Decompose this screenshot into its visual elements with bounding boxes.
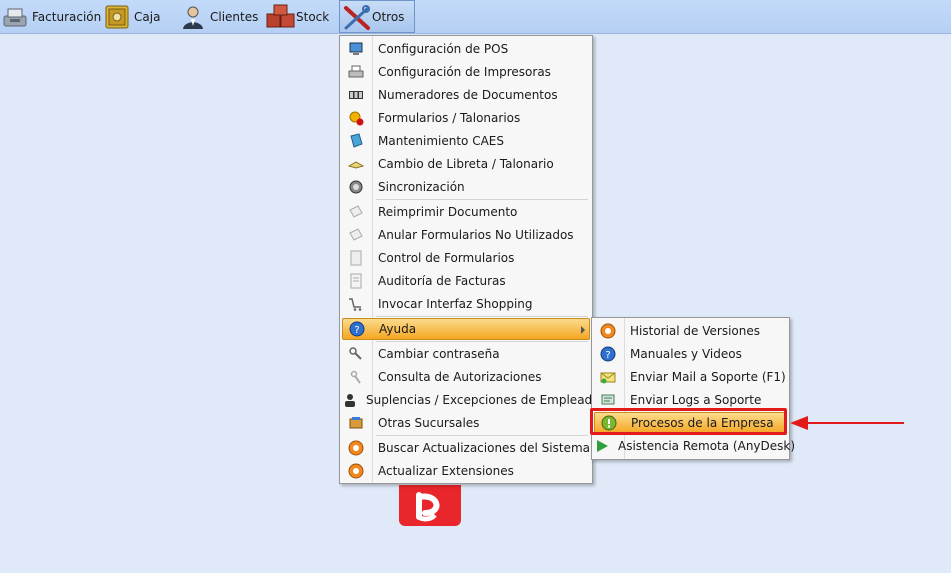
gear-warning-icon [342,107,370,129]
svg-text:?: ? [605,350,610,361]
customers-icon [180,4,206,30]
main-toolbar: Facturación Caja Clientes Stock Otros [0,0,951,34]
help-icon: ? [343,318,371,340]
menu-item-control-formularios[interactable]: Control de Formularios [342,247,590,269]
otros-menu: Configuración de POS Configuración de Im… [339,35,606,484]
app-logo [399,485,461,526]
svg-text:?: ? [354,325,359,336]
cancel-forms-icon [342,224,370,246]
annotation-arrow-head-icon [790,416,808,430]
toolbar-stock[interactable]: Stock [266,0,329,33]
menu-item-mantenimiento-caes[interactable]: Mantenimiento CAES [342,130,590,152]
submenu-item-asistencia-remota[interactable]: Asistencia Remota (AnyDesk) [594,435,795,457]
branches-icon [342,412,370,434]
history-icon [594,320,622,342]
toolbar-facturacion[interactable]: Facturación [2,0,101,33]
toolbar-label: Caja [134,9,161,24]
menu-item-cambio-libreta[interactable]: Cambio de Libreta / Talonario [342,153,590,175]
cart-icon [342,293,370,315]
menu-item-numeradores[interactable]: Numeradores de Documentos [342,84,590,106]
boxes-icon [266,4,295,30]
update-extensions-icon [342,460,370,482]
sync-icon [342,176,370,198]
menu-separator [376,199,588,200]
menu-item-buscar-actualizaciones[interactable]: Buscar Actualizaciones del Sistema [342,437,590,459]
play-icon [594,435,610,457]
update-icon [342,437,370,459]
ayuda-submenu: Historial de Versiones ? Manuales y Vide… [591,317,795,460]
menu-item-configuracion-pos[interactable]: Configuración de POS [342,38,590,60]
toolbar-label: Otros [372,9,405,24]
printer-icon [342,61,370,83]
submenu-item-enviar-mail[interactable]: Enviar Mail a Soporte (F1) [594,366,787,388]
annotation-highlight-box [590,408,787,435]
annotation-arrow [806,422,904,424]
reprint-icon [342,201,370,223]
toolbar-label: Clientes [210,9,259,24]
toolbar-clientes[interactable]: Clientes [180,0,258,33]
menu-separator [376,316,588,317]
menu-item-anular-formularios[interactable]: Anular Formularios No Utilizados [342,224,590,246]
counter-icon [342,84,370,106]
help-icon: ? [594,343,622,365]
menu-item-actualizar-extensiones[interactable]: Actualizar Extensiones [342,460,590,482]
toolbar-caja[interactable]: Caja [104,0,160,33]
book-icon [342,130,370,152]
toolbar-label: Stock [296,9,330,24]
menu-item-interfaz-shopping[interactable]: Invocar Interfaz Shopping [342,293,590,315]
cash-register-icon [2,4,28,30]
monitor-icon [342,38,370,60]
toolbar-label: Facturación [32,9,102,24]
notebook-icon [342,153,370,175]
safe-icon [104,4,130,30]
menu-item-ayuda[interactable]: ? Ayuda [342,318,590,340]
menu-separator [376,341,588,342]
mail-icon [594,366,622,388]
toolbar-otros[interactable]: Otros [339,0,415,33]
menu-item-formularios-talonarios[interactable]: Formularios / Talonarios [342,107,590,129]
submenu-item-manuales-videos[interactable]: ? Manuales y Videos [594,343,787,365]
menu-item-auditoria-facturas[interactable]: Auditoría de Facturas [342,270,590,292]
audit-icon [342,270,370,292]
menu-separator [376,435,588,436]
menu-item-cambiar-contrasena[interactable]: Cambiar contraseña [342,343,590,365]
submenu-arrow-icon [581,326,585,334]
menu-item-sincronizacion[interactable]: Sincronización [342,176,590,198]
employee-icon [342,389,358,411]
menu-item-suplencias[interactable]: Suplencias / Excepciones de Empleados [342,389,606,411]
menu-item-otras-sucursales[interactable]: Otras Sucursales [342,412,590,434]
forms-icon [342,247,370,269]
keys-icon [342,343,370,365]
menu-item-configuracion-impresoras[interactable]: Configuración de Impresoras [342,61,590,83]
menu-item-consulta-autorizaciones[interactable]: Consulta de Autorizaciones [342,366,590,388]
tools-icon [342,4,370,30]
submenu-item-historial-versiones[interactable]: Historial de Versiones [594,320,787,342]
menu-item-reimprimir[interactable]: Reimprimir Documento [342,201,590,223]
authorization-icon [342,366,370,388]
